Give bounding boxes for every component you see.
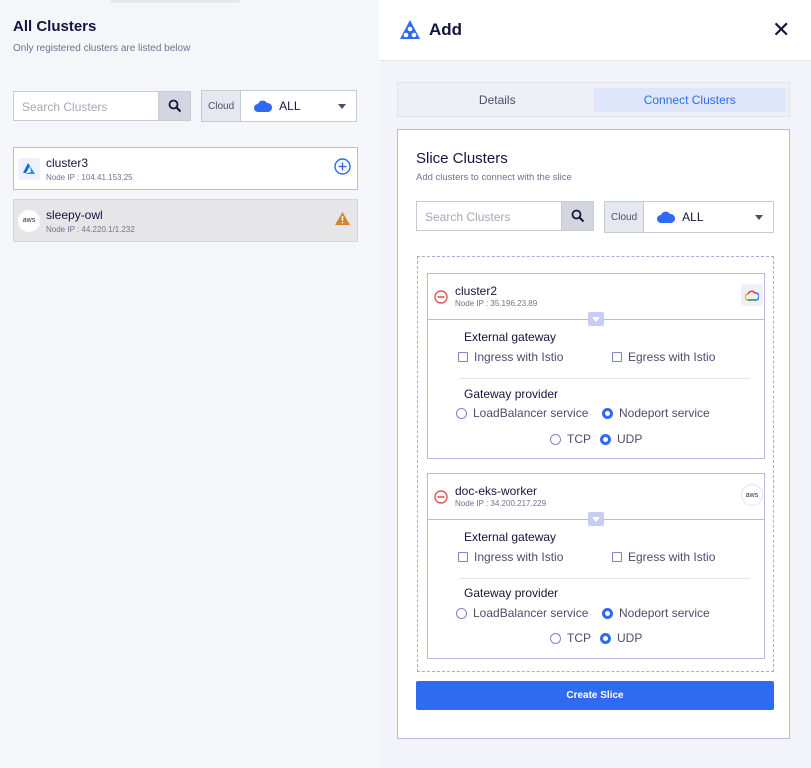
cloud-select[interactable]: Cloud ALL [201,90,357,122]
create-slice-button[interactable]: Create Slice [416,681,774,710]
cloud-icon [254,100,273,112]
slice-clusters-panel: Slice Clusters Add clusters to connect w… [397,129,790,739]
slice-cluster-card: doc-eks-worker Node IP : 34.200.217.229 … [427,473,765,659]
tab-bar: Details Connect Clusters [397,82,790,117]
cluster-search: Search Clusters [13,91,191,121]
drawer-title: Add [429,20,463,39]
cloud-value: ALL [279,99,301,113]
chevron-down-icon [338,103,346,109]
slice-cluster-search: Search Clusters [416,201,594,231]
cluster-card-sleepy-owl[interactable]: aws sleepy-owl Node IP : 44.220.1/1.232 [13,199,358,242]
panel-title: Slice Clusters [416,150,508,167]
panel-subtitle: Add clusters to connect with the slice [416,172,572,183]
external-gateway-heading: External gateway [464,530,557,544]
nodeport-radio[interactable]: Nodeport service [602,606,710,620]
gateway-provider-heading: Gateway provider [464,586,559,600]
tcp-radio[interactable]: TCP [550,432,591,446]
search-icon [571,209,584,223]
aws-icon: aws [18,209,40,232]
panel-subtitle: Only registered clusters are listed belo… [13,43,191,54]
cluster-card-cluster3[interactable]: cluster3 Node IP : 104.41.153.25 [13,147,358,190]
gcp-icon [741,284,763,306]
cluster-name: sleepy-owl [46,207,103,222]
search-button[interactable] [561,202,593,230]
warning-icon [334,211,351,231]
aws-icon: aws [741,484,763,506]
loadbalancer-radio[interactable]: LoadBalancer service [456,606,588,620]
drawer-header: Add ✕ [379,0,811,61]
panel-title: All Clusters [13,18,97,35]
ingress-checkbox[interactable]: Ingress with Istio [458,350,563,364]
cloud-label: Cloud [202,91,242,121]
cluster-name: cluster2 [455,284,498,298]
cluster-ip: Node IP : 44.220.1/1.232 [46,224,135,234]
egress-checkbox[interactable]: Egress with Istio [612,550,715,564]
cloud-icon [657,211,676,223]
divider [460,578,750,579]
cloud-value: ALL [682,210,704,224]
tab-connect-clusters[interactable]: Connect Clusters [593,87,786,112]
all-clusters-panel: All Clusters Only registered clusters ar… [0,0,379,768]
loadbalancer-radio[interactable]: LoadBalancer service [456,406,588,420]
search-icon [168,99,181,113]
gateway-provider-heading: Gateway provider [464,387,559,401]
search-button[interactable] [158,92,190,120]
app-logo-icon [399,19,421,46]
cloud-select[interactable]: Cloud ALL [604,201,774,233]
udp-radio[interactable]: UDP [600,631,642,645]
close-icon[interactable]: ✕ [772,19,790,41]
add-slice-drawer: Add ✕ Details Connect Clusters Slice Clu… [379,0,811,768]
tab-details[interactable]: Details [401,88,594,112]
search-input[interactable]: Search Clusters [14,92,158,120]
remove-icon[interactable] [434,490,448,509]
divider [460,378,750,379]
cluster-ip: Node IP : 35.196.23.89 [455,299,538,308]
nodeport-radio[interactable]: Nodeport service [602,406,710,420]
selected-clusters-area: cluster2 Node IP : 35.196.23.89 External… [417,256,774,672]
udp-radio[interactable]: UDP [600,432,642,446]
cluster-ip: Node IP : 104.41.153.25 [46,172,133,182]
egress-checkbox[interactable]: Egress with Istio [612,350,715,364]
cluster-ip: Node IP : 34.200.217.229 [455,499,547,508]
azure-icon [18,157,40,180]
external-gateway-heading: External gateway [464,330,557,344]
cloud-label: Cloud [605,202,645,232]
search-input[interactable]: Search Clusters [417,202,561,230]
top-handle [110,0,240,3]
remove-icon[interactable] [434,290,448,309]
slice-cluster-card: cluster2 Node IP : 35.196.23.89 External… [427,273,765,459]
cluster-name: cluster3 [46,155,89,170]
tcp-radio[interactable]: TCP [550,631,591,645]
cluster-name: doc-eks-worker [455,484,538,498]
add-circle-icon[interactable] [334,157,351,180]
ingress-checkbox[interactable]: Ingress with Istio [458,550,563,564]
chevron-down-icon [755,214,763,220]
